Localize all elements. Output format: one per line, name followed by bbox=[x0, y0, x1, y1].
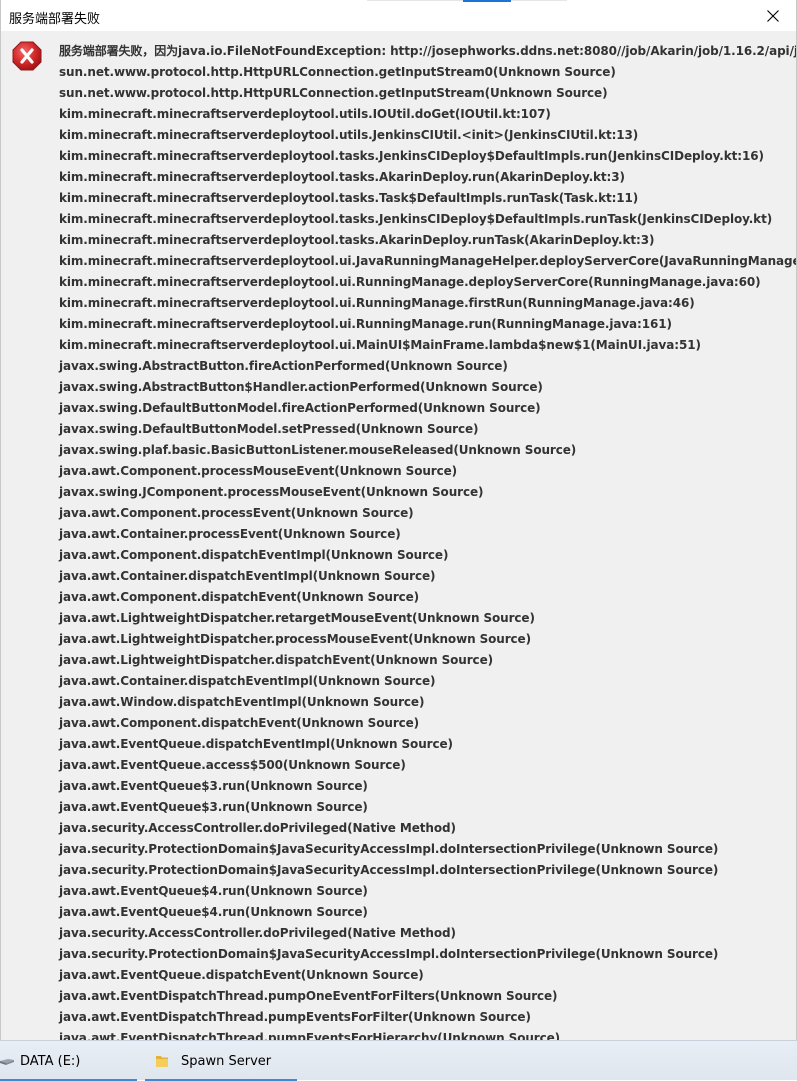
stack-trace-line: java.awt.EventQueue.access$500(Unknown S… bbox=[59, 758, 406, 772]
taskbar: DATA (E:) Spawn Server bbox=[0, 1040, 797, 1081]
stack-trace-line: javax.swing.DefaultButtonModel.setPresse… bbox=[59, 422, 479, 436]
stack-trace-line: java.awt.EventQueue$3.run(Unknown Source… bbox=[59, 779, 368, 793]
taskbar-item-label: Spawn Server bbox=[181, 1053, 272, 1069]
stack-trace-line: java.awt.EventQueue$3.run(Unknown Source… bbox=[59, 800, 368, 814]
stack-trace-line: kim.minecraft.minecraftserverdeploytool.… bbox=[59, 317, 672, 331]
stack-trace-line: javax.swing.AbstractButton$Handler.actio… bbox=[59, 380, 543, 394]
close-icon bbox=[767, 9, 779, 22]
stack-trace-line: java.awt.Component.processEvent(Unknown … bbox=[59, 506, 414, 520]
stack-trace-line: java.awt.Container.dispatchEventImpl(Unk… bbox=[59, 674, 436, 688]
stack-trace-line: javax.swing.JComponent.processMouseEvent… bbox=[59, 485, 484, 499]
taskbar-item-spawn-server[interactable]: Spawn Server bbox=[145, 1041, 297, 1081]
error-message-summary: 服务端部署失败，因为java.io.FileNotFoundException:… bbox=[59, 44, 797, 58]
stack-trace-line: kim.minecraft.minecraftserverdeploytool.… bbox=[59, 212, 773, 226]
stack-trace-line: javax.swing.plaf.basic.BasicButtonListen… bbox=[59, 443, 577, 457]
stack-trace-line: javax.swing.AbstractButton.fireActionPer… bbox=[59, 359, 508, 373]
stack-trace-line: sun.net.www.protocol.http.HttpURLConnect… bbox=[59, 86, 608, 100]
stack-trace-line: java.awt.Component.processMouseEvent(Unk… bbox=[59, 464, 458, 478]
stack-trace-line: java.awt.EventDispatchThread.pumpOneEven… bbox=[59, 989, 558, 1003]
stack-trace-line: kim.minecraft.minecraftserverdeploytool.… bbox=[59, 170, 625, 184]
stack-trace-line: java.awt.Component.dispatchEventImpl(Unk… bbox=[59, 548, 449, 562]
stack-trace-line: kim.minecraft.minecraftserverdeploytool.… bbox=[59, 233, 655, 247]
stack-trace-line: java.awt.Component.dispatchEvent(Unknown… bbox=[59, 590, 420, 604]
stack-trace-line: java.awt.LightweightDispatcher.dispatchE… bbox=[59, 653, 493, 667]
stack-trace-line: kim.minecraft.minecraftserverdeploytool.… bbox=[59, 254, 796, 268]
window-title: 服务端部署失败 bbox=[9, 12, 101, 27]
error-icon bbox=[12, 41, 42, 71]
stack-trace-line: java.security.AccessController.doPrivile… bbox=[59, 926, 456, 940]
stack-trace-line: java.awt.EventQueue$4.run(Unknown Source… bbox=[59, 884, 368, 898]
stack-trace-line: kim.minecraft.minecraftserverdeploytool.… bbox=[59, 191, 639, 205]
stack-trace-line: java.awt.EventDispatchThread.pumpEventsF… bbox=[59, 1031, 561, 1040]
error-dialog-window: 服务端部署失败 服务端部署失败，因为java.io.FileNotFoundEx… bbox=[0, 0, 797, 1040]
stack-trace-line: java.awt.Component.dispatchEvent(Unknown… bbox=[59, 716, 420, 730]
stack-trace-line: java.security.ProtectionDomain$JavaSecur… bbox=[59, 863, 719, 877]
stack-trace-line: sun.net.www.protocol.http.HttpURLConnect… bbox=[59, 65, 616, 79]
taskbar-item-data-drive[interactable]: DATA (E:) bbox=[0, 1041, 137, 1081]
stack-trace-line: java.awt.EventDispatchThread.pumpEventsF… bbox=[59, 1010, 531, 1024]
stack-trace-line: java.awt.Container.dispatchEventImpl(Unk… bbox=[59, 569, 436, 583]
stack-trace-line: java.security.ProtectionDomain$JavaSecur… bbox=[59, 842, 719, 856]
title-bar[interactable]: 服务端部署失败 bbox=[1, 0, 796, 31]
folder-icon bbox=[156, 1056, 168, 1067]
stack-trace-line: java.awt.EventQueue$4.run(Unknown Source… bbox=[59, 905, 368, 919]
stack-trace-line: kim.minecraft.minecraftserverdeploytool.… bbox=[59, 296, 695, 310]
title-bar-accent bbox=[463, 0, 511, 2]
stack-trace-line: javax.swing.DefaultButtonModel.fireActio… bbox=[59, 401, 541, 415]
stack-trace-line: java.awt.EventQueue.dispatchEvent(Unknow… bbox=[59, 968, 424, 982]
stack-trace-line: java.awt.EventQueue.dispatchEventImpl(Un… bbox=[59, 737, 453, 751]
stack-trace-line: java.awt.LightweightDispatcher.processMo… bbox=[59, 632, 531, 646]
close-button[interactable] bbox=[750, 0, 796, 31]
stack-trace-line: kim.minecraft.minecraftserverdeploytool.… bbox=[59, 128, 639, 142]
stack-trace-line: kim.minecraft.minecraftserverdeploytool.… bbox=[59, 149, 764, 163]
stack-trace-line: java.awt.LightweightDispatcher.retargetM… bbox=[59, 611, 535, 625]
stack-trace-line: java.awt.Window.dispatchEventImpl(Unknow… bbox=[59, 695, 425, 709]
stack-trace-line: java.awt.Container.processEvent(Unknown … bbox=[59, 527, 401, 541]
error-message: 服务端部署失败，因为java.io.FileNotFoundException:… bbox=[59, 41, 797, 1040]
stack-trace-line: kim.minecraft.minecraftserverdeploytool.… bbox=[59, 275, 761, 289]
stack-trace-line: kim.minecraft.minecraftserverdeploytool.… bbox=[59, 107, 551, 121]
stack-trace-line: java.security.ProtectionDomain$JavaSecur… bbox=[59, 947, 719, 961]
stack-trace-line: java.security.AccessController.doPrivile… bbox=[59, 821, 456, 835]
drive-icon bbox=[0, 1059, 14, 1065]
stack-trace-line: kim.minecraft.minecraftserverdeploytool.… bbox=[59, 338, 701, 352]
taskbar-item-label: DATA (E:) bbox=[20, 1053, 81, 1069]
dialog-content: 服务端部署失败，因为java.io.FileNotFoundException:… bbox=[1, 31, 796, 1040]
